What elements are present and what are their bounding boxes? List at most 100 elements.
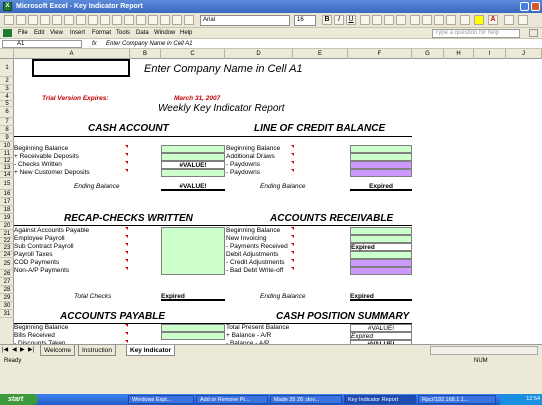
tab-scroll-prev-icon[interactable]: ◀ (12, 346, 17, 353)
workbook-icon[interactable] (3, 29, 12, 37)
comment-indicator[interactable] (291, 169, 294, 172)
menu-format[interactable]: Format (92, 28, 111, 39)
comment-indicator[interactable] (291, 235, 294, 238)
decrease-indent-icon[interactable] (446, 15, 456, 25)
fx-icon[interactable]: fx (92, 39, 97, 49)
horizontal-scrollbar[interactable] (430, 346, 538, 355)
comment-indicator[interactable] (291, 251, 294, 254)
row-header[interactable]: 8 (0, 126, 14, 134)
column-header-a[interactable]: A (14, 49, 130, 59)
copy-icon[interactable] (112, 15, 122, 25)
format-painter-icon[interactable] (136, 15, 146, 25)
customer-deposits-input[interactable] (161, 169, 225, 177)
print-icon[interactable] (52, 15, 62, 25)
cash-deposits-input[interactable] (161, 153, 225, 161)
menu-window[interactable]: Window (154, 28, 175, 39)
save-icon[interactable] (28, 15, 38, 25)
row-header[interactable]: 23 (0, 244, 14, 252)
comment-indicator[interactable] (125, 243, 128, 246)
borders-icon[interactable] (460, 15, 470, 25)
hyperlink-icon[interactable] (172, 15, 182, 25)
comment-indicator[interactable] (125, 251, 128, 254)
tab-key-indicator[interactable]: Key Indicator (126, 345, 176, 356)
ar-beginning-input[interactable] (350, 227, 412, 235)
menu-file[interactable]: File (18, 28, 28, 39)
new-icon[interactable] (4, 15, 14, 25)
tab-scroll-next-icon[interactable]: ▶ (20, 346, 25, 353)
help-icon[interactable] (518, 15, 528, 25)
comment-indicator[interactable] (291, 227, 294, 230)
comment-indicator[interactable] (125, 259, 128, 262)
bold-icon[interactable]: B (322, 15, 332, 25)
row-header[interactable]: 19 (0, 214, 14, 222)
loc-paydown-input[interactable] (350, 169, 412, 177)
ar-credit-input[interactable] (350, 259, 412, 267)
row-header[interactable]: 21 (0, 230, 14, 238)
column-header-f[interactable]: F (348, 49, 412, 59)
column-header-j[interactable]: J (506, 49, 542, 59)
row-header[interactable]: 15 (0, 178, 14, 190)
comment-indicator[interactable] (125, 169, 128, 172)
paste-icon[interactable] (124, 15, 134, 25)
taskbar-item[interactable]: Add or Remove Pr... (196, 395, 268, 404)
comment-indicator[interactable] (291, 145, 294, 148)
row-header[interactable]: 9 (0, 134, 14, 142)
menu-view[interactable]: View (50, 28, 63, 39)
ap-bills-input[interactable] (161, 332, 225, 340)
loc-paydown-input[interactable] (350, 161, 412, 169)
align-left-icon[interactable] (360, 15, 370, 25)
percent-icon[interactable] (422, 15, 432, 25)
taskbar-item[interactable]: Made 35 28 .dov... (270, 395, 342, 404)
underline-icon[interactable]: U (346, 15, 356, 25)
selected-cell-a1[interactable] (32, 59, 130, 77)
menu-insert[interactable]: Insert (70, 28, 85, 39)
cash-beginning-input[interactable] (161, 145, 225, 153)
row-header[interactable]: 20 (0, 222, 14, 230)
row-header[interactable]: 26 (0, 270, 14, 278)
comment-indicator[interactable] (291, 267, 294, 270)
font-size-dropdown[interactable]: 16 (294, 15, 316, 26)
formula-content[interactable]: Enter Company Name in Cell A1 (106, 39, 192, 49)
menu-data[interactable]: Data (136, 28, 149, 39)
row-header[interactable]: 27 (0, 278, 14, 286)
start-button[interactable]: start (0, 394, 38, 405)
row-header[interactable]: 2 (0, 77, 14, 85)
select-all-corner[interactable] (0, 49, 14, 59)
ar-invoicing-input[interactable] (350, 235, 412, 243)
menu-tools[interactable]: Tools (116, 28, 130, 39)
comment-indicator[interactable] (125, 324, 128, 327)
row-header[interactable]: 6 (0, 107, 14, 118)
ar-baddebt-input[interactable] (350, 267, 412, 275)
comment-indicator[interactable] (291, 153, 294, 156)
comment-indicator[interactable] (125, 161, 128, 164)
comment-indicator[interactable] (125, 227, 128, 230)
column-header-i[interactable]: I (474, 49, 506, 59)
row-header[interactable]: 13 (0, 164, 14, 172)
print-preview-icon[interactable] (64, 15, 74, 25)
comma-icon[interactable] (434, 15, 444, 25)
autosum-icon[interactable] (184, 15, 194, 25)
open-icon[interactable] (16, 15, 26, 25)
row-header[interactable]: 28 (0, 286, 14, 294)
italic-icon[interactable]: I (334, 15, 344, 25)
menu-help[interactable]: Help (180, 28, 192, 39)
row-header[interactable]: 11 (0, 150, 14, 158)
row-header[interactable]: 10 (0, 142, 14, 150)
recap-inputs[interactable] (161, 227, 225, 275)
font-color-icon[interactable]: A (488, 15, 498, 25)
row-header[interactable]: 4 (0, 93, 14, 101)
taskbar-item[interactable]: Key Indicator Report (344, 395, 416, 404)
align-right-icon[interactable] (384, 15, 394, 25)
row-header[interactable]: 3 (0, 85, 14, 93)
research-icon[interactable] (88, 15, 98, 25)
comment-indicator[interactable] (291, 161, 294, 164)
font-name-dropdown[interactable]: Arial (200, 15, 290, 26)
help-search-input[interactable]: Type a question for help (432, 29, 520, 38)
row-header[interactable]: 31 (0, 310, 14, 318)
ar-debit-input[interactable] (350, 251, 412, 259)
comment-indicator[interactable] (125, 332, 128, 335)
comment-indicator[interactable] (291, 243, 294, 246)
row-header[interactable]: 17 (0, 198, 14, 206)
undo-icon[interactable] (148, 15, 158, 25)
menu-edit[interactable]: Edit (34, 28, 44, 39)
